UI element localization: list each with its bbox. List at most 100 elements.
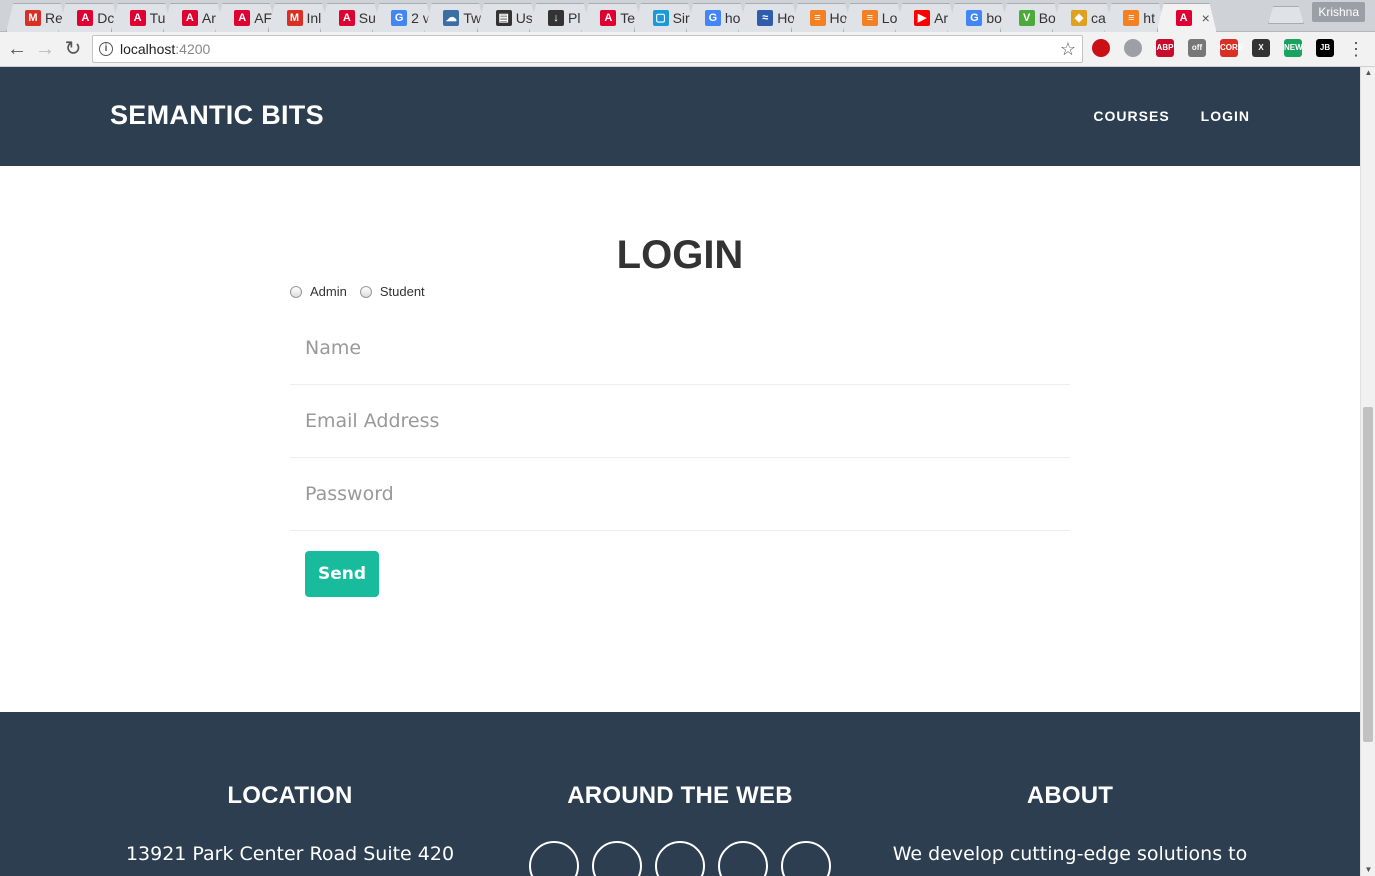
address-host: localhost bbox=[120, 41, 176, 57]
browser-tab[interactable]: ≡ ht bbox=[1104, 3, 1167, 32]
social-icon-2[interactable] bbox=[592, 841, 642, 876]
tab-label: Us bbox=[515, 10, 533, 26]
password-input[interactable] bbox=[290, 458, 1070, 530]
cors-icon[interactable]: CORS bbox=[1220, 39, 1243, 57]
tab-label: AF bbox=[254, 10, 273, 26]
browser-tab[interactable]: ≡ Lo bbox=[842, 3, 905, 32]
back-icon[interactable]: ← bbox=[5, 37, 29, 61]
bookmark-star-icon[interactable]: ☆ bbox=[1060, 39, 1076, 60]
browser-tab[interactable]: M Re bbox=[6, 3, 68, 32]
logo-icon: ◆ bbox=[1071, 10, 1087, 26]
opera-icon[interactable] bbox=[1092, 39, 1110, 57]
tab-label: Dc bbox=[97, 10, 115, 26]
tab-label: Lo bbox=[881, 10, 898, 26]
tab-label: Ho bbox=[829, 10, 848, 26]
student-radio-label[interactable]: Student bbox=[380, 284, 425, 299]
forward-icon[interactable]: → bbox=[33, 37, 57, 61]
page-title: LOGIN bbox=[616, 233, 744, 277]
tab-label: Tw bbox=[463, 10, 482, 26]
nav-links: COURSES LOGIN bbox=[1093, 108, 1250, 124]
browser-tab[interactable]: V Bo bbox=[999, 3, 1062, 32]
tab-label: ho bbox=[724, 10, 741, 26]
social-icon-3[interactable] bbox=[655, 841, 705, 876]
stackoverflow-icon: ≡ bbox=[861, 10, 878, 26]
send-button[interactable]: Send bbox=[305, 551, 379, 597]
tab-label: Sir bbox=[672, 10, 690, 26]
browser-tab[interactable]: M Inl bbox=[267, 3, 330, 32]
browser-tab[interactable]: ≈ Ho bbox=[738, 3, 801, 32]
browser-menu-icon[interactable]: ⋮ bbox=[1347, 37, 1365, 61]
browser-tab[interactable]: Gbo bbox=[947, 3, 1010, 32]
vim-icon: V bbox=[1018, 10, 1035, 26]
browser-tab[interactable]: ▶ Ar bbox=[895, 3, 958, 32]
browser-tab[interactable]: G2 v bbox=[372, 3, 435, 32]
new-tab-button[interactable] bbox=[1268, 6, 1304, 24]
close-tab-icon[interactable]: × bbox=[1202, 10, 1210, 26]
x-icon[interactable]: X bbox=[1252, 39, 1270, 57]
tab-label: bo bbox=[986, 10, 1002, 26]
shield-icon[interactable] bbox=[1124, 39, 1142, 57]
page-viewport: SEMANTIC BITS COURSES LOGIN LOGIN Admin … bbox=[0, 67, 1360, 876]
new-icon[interactable]: NEW bbox=[1284, 39, 1303, 57]
tab-label: Te bbox=[620, 10, 636, 26]
angular-icon: A bbox=[181, 10, 198, 26]
browser-tab[interactable]: ▤ Us bbox=[476, 3, 539, 32]
browser-tab[interactable]: ↓ Pl bbox=[529, 3, 591, 32]
browser-tab[interactable]: A Ar bbox=[162, 3, 225, 32]
browser-tab[interactable]: ◆ ca bbox=[1052, 3, 1114, 32]
off-icon[interactable]: off bbox=[1188, 39, 1206, 57]
name-input[interactable] bbox=[290, 312, 1070, 384]
scroll-down-icon[interactable]: ▼ bbox=[1361, 864, 1375, 876]
browser-tab[interactable]: A Su bbox=[319, 3, 382, 32]
tab-label: ht bbox=[1143, 10, 1155, 26]
jetbrains-icon[interactable]: JB bbox=[1316, 39, 1334, 57]
browser-tab[interactable]: ≡ Ho bbox=[790, 3, 853, 32]
browser-tab[interactable]: A Te bbox=[581, 3, 644, 32]
social-icon-4[interactable] bbox=[718, 841, 768, 876]
location-heading: LOCATION bbox=[227, 782, 353, 809]
site-info-icon[interactable]: i bbox=[99, 42, 113, 56]
student-radio[interactable] bbox=[359, 285, 372, 298]
stackoverflow-icon: ≡ bbox=[809, 10, 826, 26]
gmail-icon: M bbox=[25, 10, 41, 26]
site-navbar: SEMANTIC BITS COURSES LOGIN bbox=[0, 67, 1360, 166]
reload-icon[interactable]: ↻ bbox=[61, 37, 85, 61]
nav-login-link[interactable]: LOGIN bbox=[1201, 108, 1250, 124]
angular-icon: A bbox=[1175, 10, 1192, 26]
angular-icon: A bbox=[338, 10, 355, 26]
social-icon-1[interactable] bbox=[529, 841, 579, 876]
address-bar[interactable]: i localhost:4200 ☆ bbox=[92, 35, 1083, 63]
wave-icon: ≈ bbox=[757, 10, 774, 26]
address-port: :4200 bbox=[175, 41, 211, 57]
browser-tab[interactable]: ▢ Sir bbox=[633, 3, 696, 32]
page-scrollbar[interactable]: ▲ ▼ bbox=[1360, 67, 1375, 876]
admin-radio-label[interactable]: Admin bbox=[310, 284, 347, 299]
location-address: 13921 Park Center Road Suite 420 bbox=[125, 843, 455, 865]
profile-button[interactable]: Krishna bbox=[1312, 2, 1365, 22]
footer-around-web: AROUND THE WEB bbox=[485, 712, 875, 876]
social-icon-5[interactable] bbox=[781, 841, 831, 876]
adblock-icon[interactable]: ABP bbox=[1156, 39, 1174, 57]
cloud-icon: ☁ bbox=[443, 10, 460, 26]
tab-label: Bo bbox=[1038, 10, 1056, 26]
email-input[interactable] bbox=[290, 385, 1070, 457]
brand-logo[interactable]: SEMANTIC BITS bbox=[110, 100, 324, 131]
browser-tab[interactable]: A Dc bbox=[58, 3, 121, 32]
angular-icon: A bbox=[600, 10, 617, 26]
angular-icon: A bbox=[234, 10, 251, 26]
browser-toolbar: ← → ↻ i localhost:4200 ☆ ⋮ ABP off CORS X NE… bbox=[0, 32, 1375, 67]
browser-tab[interactable]: A Tu bbox=[110, 3, 173, 32]
scroll-up-icon[interactable]: ▲ bbox=[1361, 67, 1375, 79]
nav-courses-link[interactable]: COURSES bbox=[1093, 108, 1169, 124]
browser-tab[interactable]: A AF bbox=[215, 3, 278, 32]
angular-icon: A bbox=[77, 10, 94, 26]
browser-tab[interactable]: ☁ Tw bbox=[424, 3, 487, 32]
scrollbar-thumb[interactable] bbox=[1363, 407, 1373, 742]
footer-location: LOCATION 13921 Park Center Road Suite 42… bbox=[95, 712, 485, 868]
browser-tab[interactable]: Gho bbox=[685, 3, 748, 32]
tab-active[interactable]: A × bbox=[1156, 3, 1217, 32]
tab-label: ca bbox=[1091, 10, 1106, 26]
admin-radio[interactable] bbox=[290, 285, 302, 298]
google-icon: G bbox=[966, 10, 983, 26]
role-radio-group: Admin Student bbox=[290, 284, 438, 299]
